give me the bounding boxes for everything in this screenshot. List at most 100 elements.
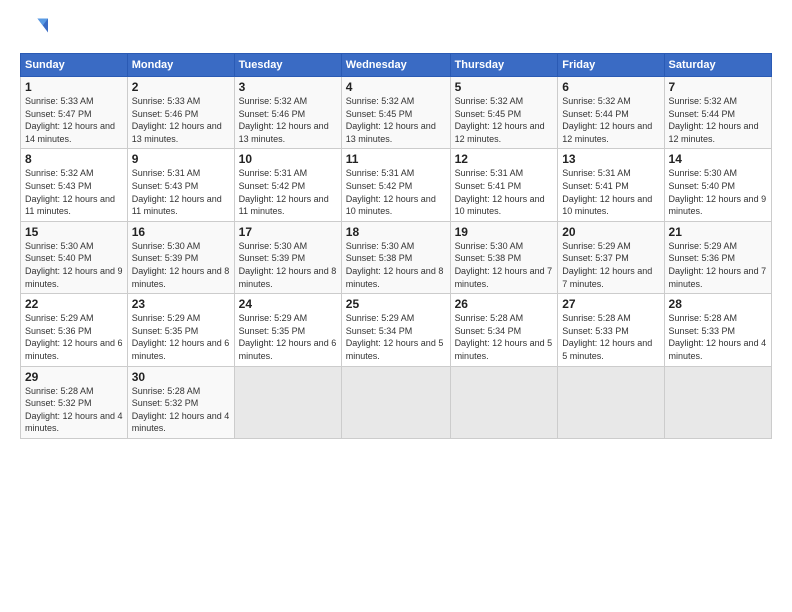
calendar-header-wednesday: Wednesday xyxy=(341,54,450,77)
calendar-cell: 30Sunrise: 5:28 AMSunset: 5:32 PMDayligh… xyxy=(127,366,234,438)
day-info: Sunrise: 5:29 AMSunset: 5:35 PMDaylight:… xyxy=(239,312,337,362)
day-number: 18 xyxy=(346,225,446,239)
calendar-cell: 26Sunrise: 5:28 AMSunset: 5:34 PMDayligh… xyxy=(450,294,558,366)
calendar-header-row: SundayMondayTuesdayWednesdayThursdayFrid… xyxy=(21,54,772,77)
day-number: 22 xyxy=(25,297,123,311)
calendar-cell: 23Sunrise: 5:29 AMSunset: 5:35 PMDayligh… xyxy=(127,294,234,366)
day-number: 5 xyxy=(455,80,554,94)
day-number: 27 xyxy=(562,297,659,311)
day-info: Sunrise: 5:32 AMSunset: 5:44 PMDaylight:… xyxy=(562,95,659,145)
calendar-cell: 7Sunrise: 5:32 AMSunset: 5:44 PMDaylight… xyxy=(664,77,771,149)
day-number: 26 xyxy=(455,297,554,311)
day-info: Sunrise: 5:31 AMSunset: 5:41 PMDaylight:… xyxy=(562,167,659,217)
calendar-cell: 2Sunrise: 5:33 AMSunset: 5:46 PMDaylight… xyxy=(127,77,234,149)
day-info: Sunrise: 5:28 AMSunset: 5:33 PMDaylight:… xyxy=(669,312,767,362)
day-number: 6 xyxy=(562,80,659,94)
calendar-cell: 22Sunrise: 5:29 AMSunset: 5:36 PMDayligh… xyxy=(21,294,128,366)
general-blue-logo-icon xyxy=(20,15,48,43)
day-number: 12 xyxy=(455,152,554,166)
day-info: Sunrise: 5:28 AMSunset: 5:34 PMDaylight:… xyxy=(455,312,554,362)
day-info: Sunrise: 5:31 AMSunset: 5:42 PMDaylight:… xyxy=(346,167,446,217)
calendar-week-row: 1Sunrise: 5:33 AMSunset: 5:47 PMDaylight… xyxy=(21,77,772,149)
day-number: 4 xyxy=(346,80,446,94)
day-info: Sunrise: 5:32 AMSunset: 5:43 PMDaylight:… xyxy=(25,167,123,217)
day-number: 25 xyxy=(346,297,446,311)
calendar-cell: 1Sunrise: 5:33 AMSunset: 5:47 PMDaylight… xyxy=(21,77,128,149)
calendar-week-row: 8Sunrise: 5:32 AMSunset: 5:43 PMDaylight… xyxy=(21,149,772,221)
day-number: 10 xyxy=(239,152,337,166)
calendar-week-row: 29 Sunrise: 5:28 AMSunset: 5:32 PMDayligh… xyxy=(21,366,772,438)
day-info: Sunrise: 5:32 AMSunset: 5:45 PMDaylight:… xyxy=(455,95,554,145)
day-number: 2 xyxy=(132,80,230,94)
calendar-cell: 16Sunrise: 5:30 AMSunset: 5:39 PMDayligh… xyxy=(127,221,234,293)
day-info: Sunrise: 5:30 AMSunset: 5:40 PMDaylight:… xyxy=(25,240,123,290)
day-info: Sunrise: 5:29 AMSunset: 5:36 PMDaylight:… xyxy=(25,312,123,362)
day-number: 15 xyxy=(25,225,123,239)
calendar-header-tuesday: Tuesday xyxy=(234,54,341,77)
calendar-cell: 3Sunrise: 5:32 AMSunset: 5:46 PMDaylight… xyxy=(234,77,341,149)
day-number: 7 xyxy=(669,80,767,94)
day-info: Sunrise: 5:30 AMSunset: 5:39 PMDaylight:… xyxy=(239,240,337,290)
day-info: Sunrise: 5:32 AMSunset: 5:45 PMDaylight:… xyxy=(346,95,446,145)
calendar-table: SundayMondayTuesdayWednesdayThursdayFrid… xyxy=(20,53,772,439)
calendar-cell: 28Sunrise: 5:28 AMSunset: 5:33 PMDayligh… xyxy=(664,294,771,366)
calendar-cell: 15Sunrise: 5:30 AMSunset: 5:40 PMDayligh… xyxy=(21,221,128,293)
day-number: 14 xyxy=(669,152,767,166)
calendar-header-sunday: Sunday xyxy=(21,54,128,77)
calendar-cell xyxy=(558,366,664,438)
calendar-cell: 5Sunrise: 5:32 AMSunset: 5:45 PMDaylight… xyxy=(450,77,558,149)
day-number: 28 xyxy=(669,297,767,311)
calendar-cell: 25Sunrise: 5:29 AMSunset: 5:34 PMDayligh… xyxy=(341,294,450,366)
calendar-cell: 18Sunrise: 5:30 AMSunset: 5:38 PMDayligh… xyxy=(341,221,450,293)
day-number: 24 xyxy=(239,297,337,311)
day-number: 1 xyxy=(25,80,123,94)
calendar-cell: 9Sunrise: 5:31 AMSunset: 5:43 PMDaylight… xyxy=(127,149,234,221)
day-number: 23 xyxy=(132,297,230,311)
header xyxy=(20,15,772,43)
calendar-cell: 19Sunrise: 5:30 AMSunset: 5:38 PMDayligh… xyxy=(450,221,558,293)
day-number: 30 xyxy=(132,370,230,384)
day-number: 3 xyxy=(239,80,337,94)
calendar-cell: 12Sunrise: 5:31 AMSunset: 5:41 PMDayligh… xyxy=(450,149,558,221)
day-info: Sunrise: 5:31 AMSunset: 5:41 PMDaylight:… xyxy=(455,167,554,217)
calendar-cell: 21Sunrise: 5:29 AMSunset: 5:36 PMDayligh… xyxy=(664,221,771,293)
calendar-cell: 14Sunrise: 5:30 AMSunset: 5:40 PMDayligh… xyxy=(664,149,771,221)
day-info: Sunrise: 5:32 AMSunset: 5:46 PMDaylight:… xyxy=(239,95,337,145)
day-info: Sunrise: 5:29 AMSunset: 5:37 PMDaylight:… xyxy=(562,240,659,290)
calendar-week-row: 15Sunrise: 5:30 AMSunset: 5:40 PMDayligh… xyxy=(21,221,772,293)
day-info: Sunrise: 5:29 AMSunset: 5:35 PMDaylight:… xyxy=(132,312,230,362)
calendar-cell: 8Sunrise: 5:32 AMSunset: 5:43 PMDaylight… xyxy=(21,149,128,221)
day-number: 17 xyxy=(239,225,337,239)
day-info: Sunrise: 5:33 AMSunset: 5:46 PMDaylight:… xyxy=(132,95,230,145)
day-info: Sunrise: 5:30 AMSunset: 5:38 PMDaylight:… xyxy=(346,240,446,290)
day-info: Sunrise: 5:29 AMSunset: 5:36 PMDaylight:… xyxy=(669,240,767,290)
calendar-cell xyxy=(341,366,450,438)
page: SundayMondayTuesdayWednesdayThursdayFrid… xyxy=(0,0,792,612)
day-number: 9 xyxy=(132,152,230,166)
calendar-cell: 27Sunrise: 5:28 AMSunset: 5:33 PMDayligh… xyxy=(558,294,664,366)
calendar-cell: 11Sunrise: 5:31 AMSunset: 5:42 PMDayligh… xyxy=(341,149,450,221)
day-info: Sunrise: 5:30 AMSunset: 5:38 PMDaylight:… xyxy=(455,240,554,290)
calendar-cell: 6Sunrise: 5:32 AMSunset: 5:44 PMDaylight… xyxy=(558,77,664,149)
calendar-header-saturday: Saturday xyxy=(664,54,771,77)
calendar-header-thursday: Thursday xyxy=(450,54,558,77)
calendar-cell: 20Sunrise: 5:29 AMSunset: 5:37 PMDayligh… xyxy=(558,221,664,293)
calendar-header-friday: Friday xyxy=(558,54,664,77)
logo xyxy=(20,15,52,43)
calendar-cell: 10Sunrise: 5:31 AMSunset: 5:42 PMDayligh… xyxy=(234,149,341,221)
day-info: Sunrise: 5:28 AMSunset: 5:32 PMDaylight:… xyxy=(132,385,230,435)
day-number: 19 xyxy=(455,225,554,239)
day-number: 16 xyxy=(132,225,230,239)
day-info: Sunrise: 5:31 AMSunset: 5:43 PMDaylight:… xyxy=(132,167,230,217)
day-info: Sunrise: 5:28 AMSunset: 5:33 PMDaylight:… xyxy=(562,312,659,362)
calendar-cell: 17Sunrise: 5:30 AMSunset: 5:39 PMDayligh… xyxy=(234,221,341,293)
day-info: Sunrise: 5:30 AMSunset: 5:40 PMDaylight:… xyxy=(669,167,767,217)
calendar-cell: 29Sunrise: 5:28 AMSunset: 5:32 PMDayligh… xyxy=(21,366,128,438)
day-info: Sunrise: 5:30 AMSunset: 5:39 PMDaylight:… xyxy=(132,240,230,290)
day-number: 29 xyxy=(25,370,123,384)
calendar-cell xyxy=(450,366,558,438)
calendar-cell: 13Sunrise: 5:31 AMSunset: 5:41 PMDayligh… xyxy=(558,149,664,221)
calendar-cell xyxy=(664,366,771,438)
calendar-cell: 4Sunrise: 5:32 AMSunset: 5:45 PMDaylight… xyxy=(341,77,450,149)
calendar-cell xyxy=(234,366,341,438)
